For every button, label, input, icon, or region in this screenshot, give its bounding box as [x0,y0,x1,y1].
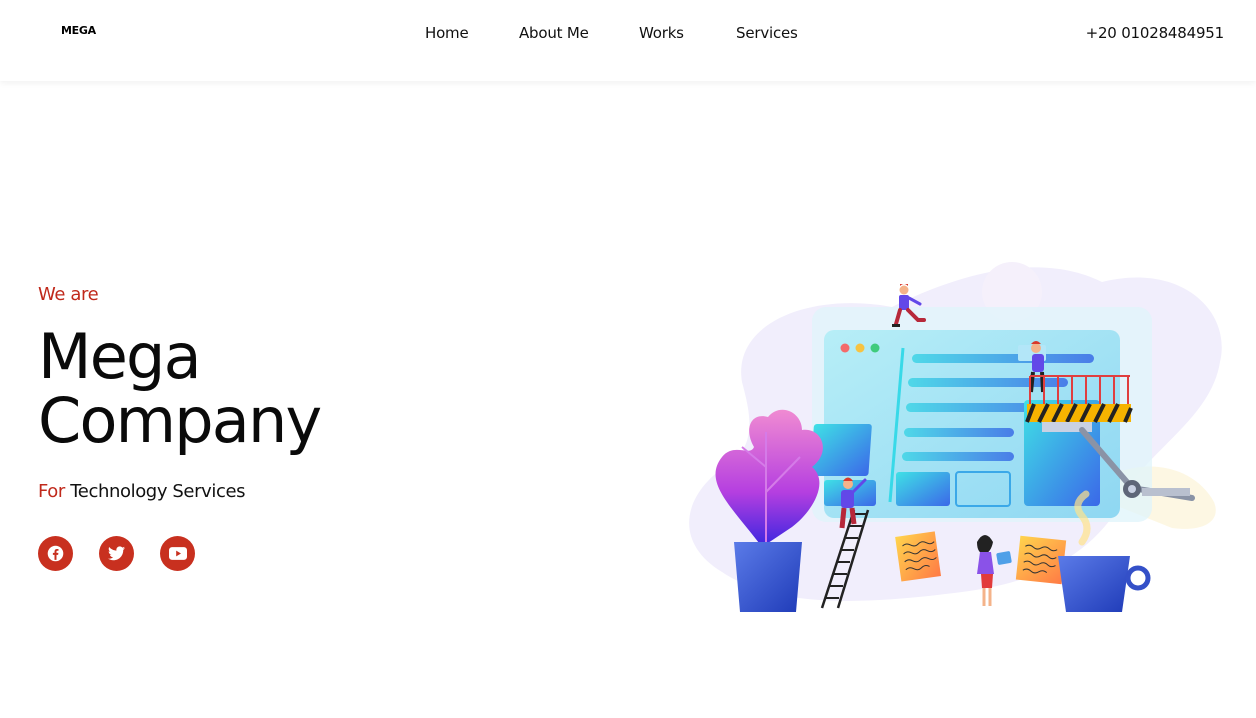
tagline-rest: Technology Services [64,481,246,502]
hero-text: We are Mega Company For Technology Servi… [38,284,338,502]
youtube-icon [168,547,187,560]
nav-link-home[interactable]: Home [425,24,469,42]
youtube-button[interactable] [160,536,195,571]
hero-title: Mega Company [38,320,322,457]
twitter-icon [108,546,125,561]
hero-tagline: For Technology Services [38,481,338,502]
hero-intro: We are [38,284,99,305]
tagline-prefix: For [38,481,65,502]
hero-illustration [689,262,1222,612]
phone-number: +20 01028484951 [1085,24,1225,42]
twitter-button[interactable] [99,536,134,571]
site-header: MEGA Home About Me Works Services +20 01… [0,0,1256,81]
nav-link-services[interactable]: Services [736,24,798,42]
facebook-button[interactable] [38,536,73,571]
main-nav: Home About Me Works Services [0,24,1256,48]
nav-link-works[interactable]: Works [639,24,684,42]
facebook-icon [47,545,64,562]
nav-link-about-me[interactable]: About Me [519,24,589,42]
